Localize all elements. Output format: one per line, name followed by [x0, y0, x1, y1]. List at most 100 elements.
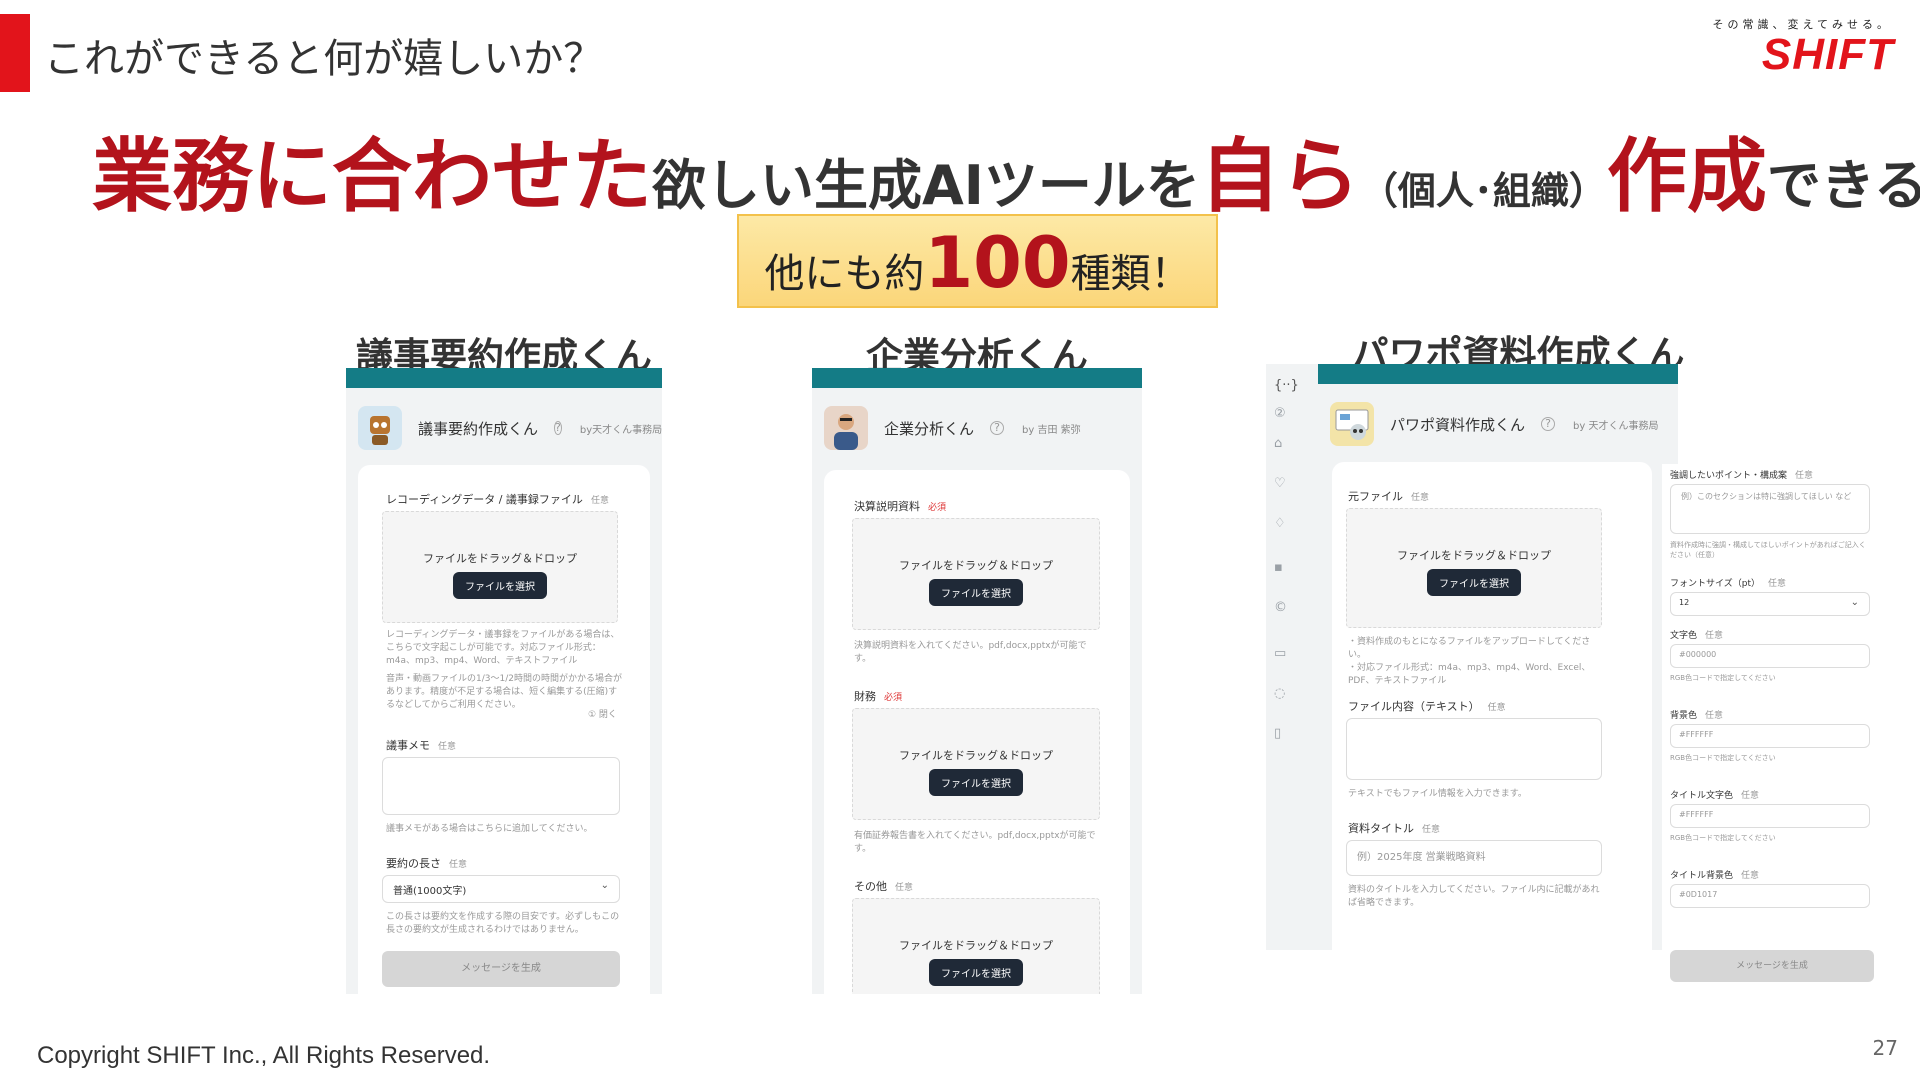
- points-label: 強調したいポイント・構成案 任意: [1670, 471, 1814, 481]
- card3-title-input[interactable]: 例）2025年度 営業戦略資料: [1346, 840, 1602, 876]
- card2-file-select-button-3[interactable]: ファイルを選択: [929, 959, 1023, 986]
- card2-section3-label: その他 任意: [854, 880, 914, 893]
- title-bg-input[interactable]: #0D1017: [1670, 884, 1870, 908]
- presentation-robot-avatar: [1330, 402, 1374, 446]
- headline-part5: 作成: [1606, 130, 1767, 223]
- text-color-label: 文字色 任意: [1670, 631, 1724, 641]
- card1-help4: この長さは要約文を作成する際の目安です。必ずしもこの長さの要約文が生成されるわけ…: [386, 912, 620, 935]
- bg-color-label: 背景色 任意: [1670, 711, 1724, 721]
- card1-byline: by天才くん事務局: [579, 424, 662, 436]
- card3-byline: by 天才くん事務局: [1573, 420, 1659, 432]
- chat-icon[interactable]: ▪: [1274, 560, 1283, 575]
- card2-teal-stripe: [812, 368, 1142, 388]
- help-icon[interactable]: ?: [1541, 417, 1556, 431]
- page-title: これができると何が嬉しいか？: [44, 36, 604, 82]
- card3-help1: ・資料作成のもとになるファイルをアップロードしてください。: [1348, 637, 1591, 660]
- card3-settings-column: 強調したいポイント・構成案 任意 例）このセクションは特に強調してほしい など 資…: [1662, 464, 1880, 1004]
- card3-content-textarea[interactable]: [1346, 718, 1602, 780]
- heart-icon[interactable]: ♡: [1274, 476, 1286, 491]
- card3-help2: ・対応ファイル形式：m4a、mp3、mp4、Word、Excel、PDF、テキス…: [1348, 663, 1591, 686]
- copyright-icon[interactable]: ©: [1274, 600, 1287, 615]
- logo-wordmark: SHIFT: [1761, 30, 1894, 79]
- title-bg-label: タイトル背景色 任意: [1670, 871, 1760, 881]
- drop-text: ファイルをドラッグ＆ドロップ: [899, 559, 1053, 572]
- card3-section3-label: 資料タイトル 任意: [1348, 822, 1441, 835]
- copyright: Copyright SHIFT Inc., All Rights Reserve…: [37, 1042, 491, 1069]
- card2-dropzone-2[interactable]: ファイルをドラッグ＆ドロップ ファイルを選択: [852, 708, 1100, 820]
- help-icon[interactable]: ②: [1274, 406, 1286, 421]
- points-help: 資料作成時に強調・構成してほしいポイントがあればご記入ください（任意）: [1670, 541, 1866, 559]
- help-icon[interactable]: ?: [554, 421, 562, 435]
- headline-part1: 業務に合わせた: [92, 130, 652, 223]
- card1-help3: 議事メモがある場合はこちらに追加してください。: [386, 824, 593, 834]
- businessman-avatar: [824, 406, 868, 450]
- card3-teal-stripe: [1318, 364, 1678, 384]
- book-icon[interactable]: ▭: [1274, 646, 1286, 661]
- card1-generate-button[interactable]: メッセージを生成: [382, 951, 620, 987]
- card1-dropzone[interactable]: ファイルをドラッグ＆ドロップ ファイルを選択: [382, 511, 618, 623]
- card3-section1-label: 元ファイル 任意: [1348, 490, 1430, 503]
- help-icon[interactable]: ?: [990, 421, 1005, 435]
- document-icon[interactable]: ▯: [1274, 726, 1281, 741]
- bg-color-input[interactable]: #FFFFFF: [1670, 724, 1870, 748]
- card3-help4: 資料のタイトルを入力してください。ファイル内に記載があれば省略できます。: [1348, 885, 1600, 908]
- card3-help3: テキストでもファイル情報を入力できます。: [1348, 789, 1527, 799]
- bell-icon[interactable]: ♢: [1274, 516, 1286, 531]
- card2-file-select-button-1[interactable]: ファイルを選択: [929, 579, 1023, 606]
- card3-dropzone[interactable]: ファイルをドラッグ＆ドロップ ファイルを選択: [1346, 508, 1602, 628]
- card2-section1-label: 決算説明資料 必須: [854, 500, 947, 513]
- card1-app-name: 議事要約作成くん: [418, 419, 539, 438]
- text-color-input[interactable]: #000000: [1670, 644, 1870, 668]
- chat-icon[interactable]: ◌: [1274, 686, 1285, 701]
- headline-part4: （個人･組織）: [1359, 169, 1607, 213]
- sidebar-menu-icon[interactable]: {··}: [1274, 378, 1299, 393]
- card1-memo-textarea[interactable]: [382, 757, 620, 815]
- card1-help1: レコーディングデータ・議事録をファイルがある場合は、こちらで文字起こしが可能です…: [386, 630, 620, 666]
- title-color-help: RGB色コードで指定してください: [1670, 834, 1776, 842]
- card3-section2-label: ファイル内容（テキスト） 任意: [1348, 700, 1506, 713]
- drop-text: ファイルをドラッグ＆ドロップ: [899, 749, 1053, 762]
- card2-byline: by 吉田 紫弥: [1022, 424, 1081, 436]
- chevron-down-icon: ⌄: [1850, 597, 1859, 608]
- drop-text: ファイルをドラッグ＆ドロップ: [1397, 549, 1551, 562]
- card1-help2: 音声・動画ファイルの1/3〜1/2時間の時間がかかる場合があります。精度が不足す…: [386, 674, 622, 710]
- title-accent-bar: [0, 14, 30, 92]
- card1-collapse-link[interactable]: ① 閉く: [588, 709, 617, 722]
- card2-section2-label: 財務 必須: [854, 690, 903, 703]
- card3-app-header: パワポ資料作成くん ? by 天才くん事務局: [1318, 384, 1678, 464]
- chevron-down-icon: ⌄: [600, 880, 609, 891]
- font-size-label: フォントサイズ（pt） 任意: [1670, 579, 1786, 589]
- shift-logo: その常識、変えてみせる。 SHIFT: [1713, 16, 1896, 79]
- title-color-input[interactable]: #FFFFFF: [1670, 804, 1870, 828]
- card1-file-select-button[interactable]: ファイルを選択: [453, 572, 547, 599]
- points-textarea[interactable]: 例）このセクションは特に強調してほしい など: [1670, 484, 1870, 534]
- callout-prefix: 他にも約: [764, 251, 925, 297]
- page-number: 27: [1872, 1036, 1898, 1060]
- card3-app-name: パワポ資料作成くん: [1390, 415, 1526, 434]
- home-icon[interactable]: ⌂: [1274, 436, 1282, 451]
- headline-part6: できる: [1766, 154, 1920, 217]
- card3-form-panel: 元ファイル 任意 ファイルをドラッグ＆ドロップ ファイルを選択 ・資料作成のもとに…: [1332, 462, 1652, 962]
- headline-part3: 自ら: [1199, 130, 1360, 223]
- card2-help1: 決算説明資料を入れてください。pdf,docx,pptxが可能です。: [854, 641, 1087, 664]
- card2-form-panel: 決算説明資料 必須 ファイルをドラッグ＆ドロップ ファイルを選択 決算説明資料を入…: [824, 470, 1130, 994]
- card2-dropzone-1[interactable]: ファイルをドラッグ＆ドロップ ファイルを選択: [852, 518, 1100, 630]
- card2-screenshot: 企業分析くん ? by 吉田 紫弥 決算説明資料 必須 ファイルをドラッグ＆ドロッ…: [812, 368, 1142, 994]
- card3-file-select-button[interactable]: ファイルを選択: [1427, 569, 1521, 596]
- card1-app-header: 議事要約作成くん ? by天才くん事務局: [346, 388, 662, 468]
- card3-main: パワポ資料作成くん ? by 天才くん事務局 元ファイル 任意 ファイルをドラッグ…: [1318, 364, 1678, 962]
- card2-app-name: 企業分析くん: [884, 419, 975, 438]
- callout-box: 他にも約100種類！: [737, 214, 1218, 308]
- card2-dropzone-3[interactable]: ファイルをドラッグ＆ドロップ ファイルを選択: [852, 898, 1100, 994]
- card3-screenshot: {··} ② ⌂ ♡ ♢ ▪ © ▭ ◌ ▯ パワポ資料作成くん ? by 天才…: [1266, 364, 1880, 1004]
- text-color-help: RGB色コードで指定してください: [1670, 674, 1776, 682]
- card2-file-select-button-2[interactable]: ファイルを選択: [929, 769, 1023, 796]
- card2-app-header: 企業分析くん ? by 吉田 紫弥: [812, 388, 1142, 468]
- card1-screenshot: 議事要約作成くん ? by天才くん事務局 レコーディングデータ / 議事録ファイ…: [346, 368, 662, 994]
- font-size-select[interactable]: 12 ⌄: [1670, 592, 1870, 616]
- card3-generate-button[interactable]: メッセージを生成: [1670, 950, 1874, 982]
- card1-length-select[interactable]: 普通(1000文字) ⌄: [382, 875, 620, 903]
- callout-number: 100: [924, 222, 1071, 304]
- title-color-label: タイトル文字色 任意: [1670, 791, 1760, 801]
- callout-suffix: 種類！: [1070, 251, 1191, 297]
